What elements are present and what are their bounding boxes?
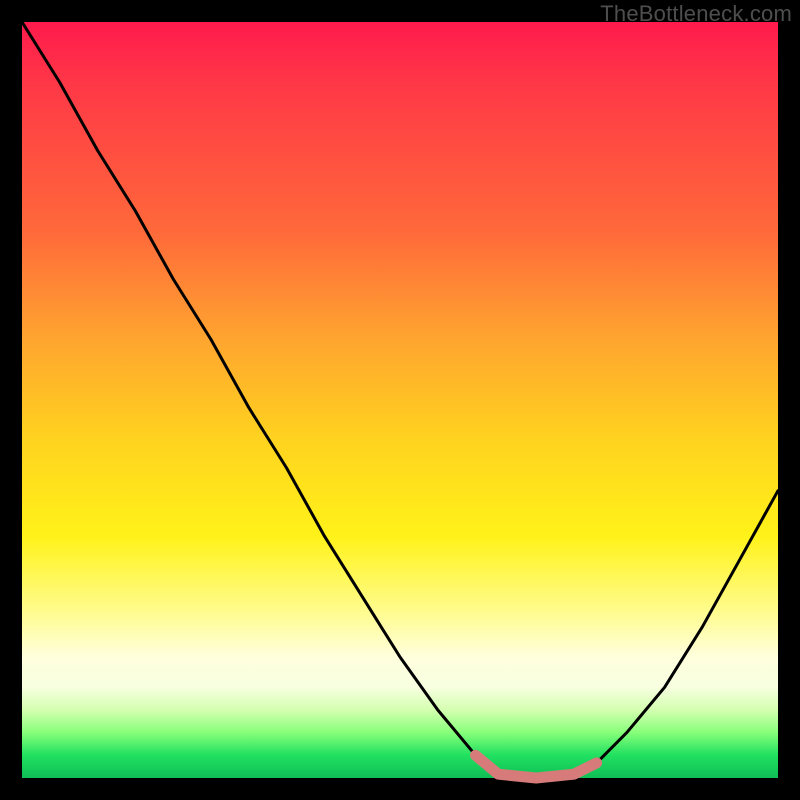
watermark-text: TheBottleneck.com [600, 1, 792, 27]
bottleneck-curve-highlight [476, 755, 597, 778]
chart-frame: TheBottleneck.com [0, 0, 800, 800]
bottleneck-curve [22, 22, 778, 778]
chart-overlay [22, 22, 778, 778]
